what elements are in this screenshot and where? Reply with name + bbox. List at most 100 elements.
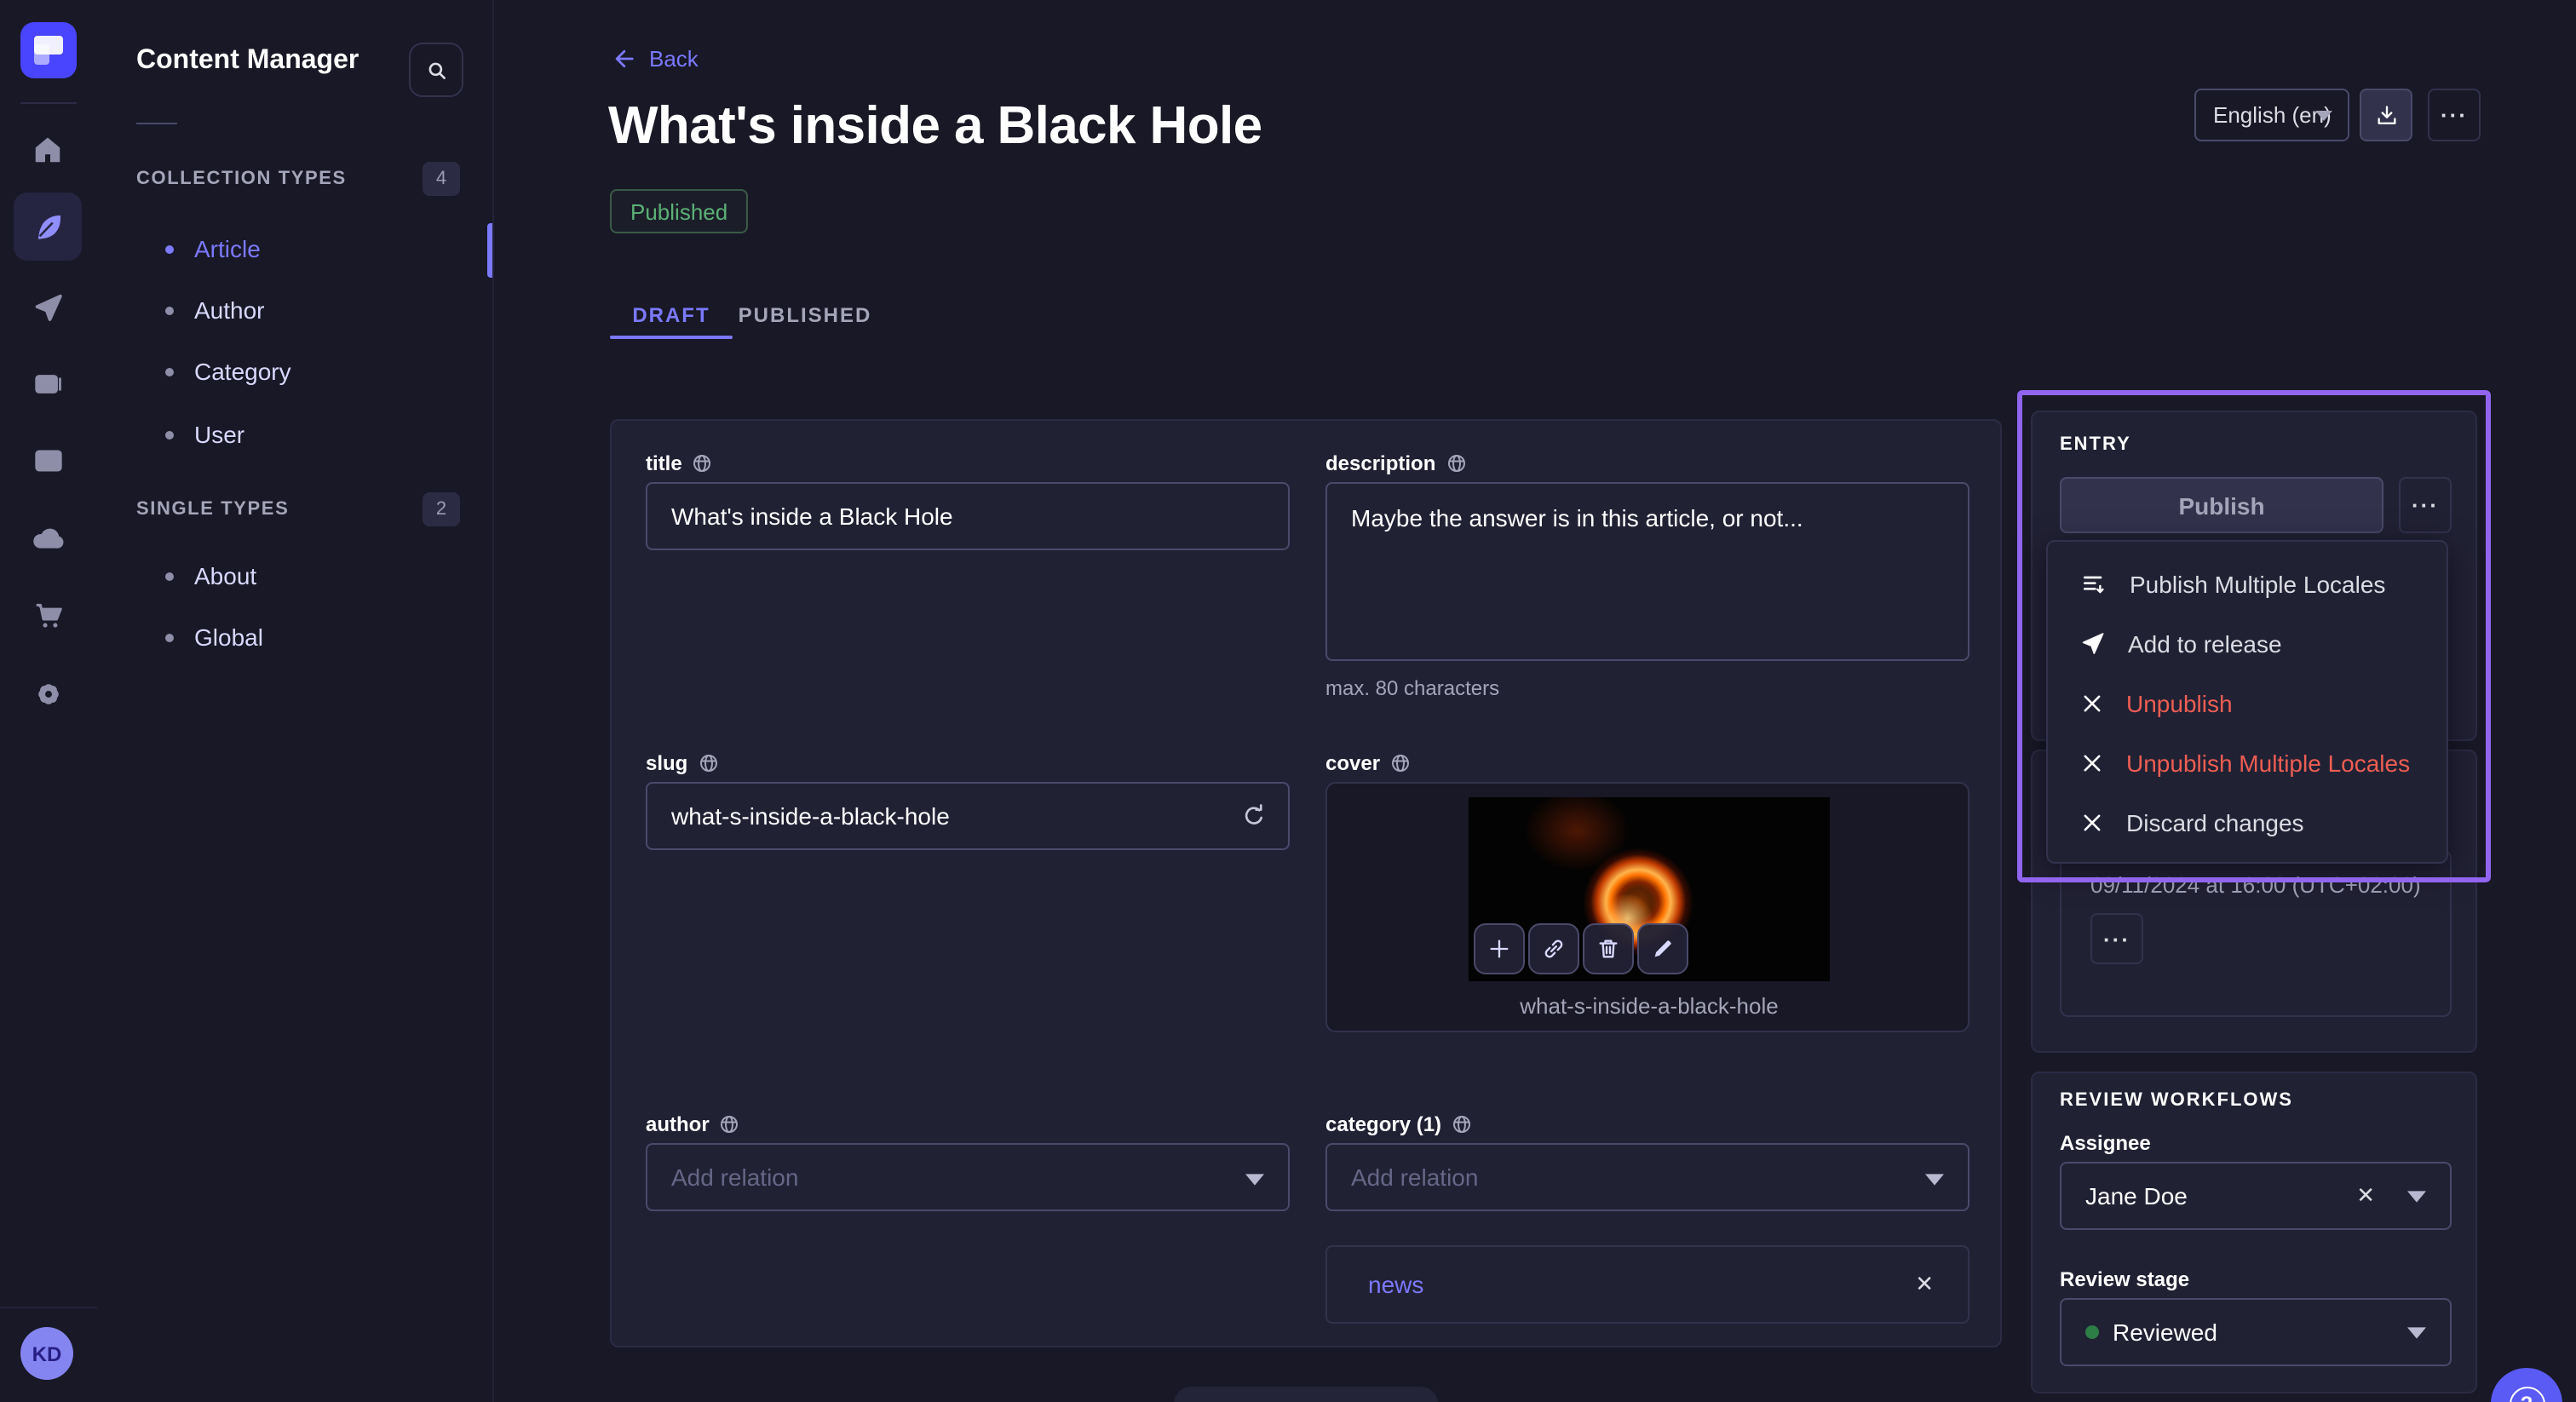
bullet-icon: [165, 244, 174, 253]
delete-media-button[interactable]: [1583, 923, 1634, 974]
menu-item-publish-multiple-locales[interactable]: Publish Multiple Locales: [2048, 554, 2447, 613]
back-link[interactable]: Back: [610, 46, 699, 72]
sidebar-item-global[interactable]: Global: [97, 606, 492, 668]
review-stage-label: Review stage: [2060, 1267, 2189, 1291]
releases-plane-icon[interactable]: [14, 273, 82, 341]
search-button[interactable]: [409, 43, 463, 97]
remove-relation-icon[interactable]: ✕: [1915, 1271, 1934, 1298]
content-type-builder-icon[interactable]: [14, 426, 82, 494]
sidebar-item-author[interactable]: Author: [97, 279, 492, 341]
relation-link[interactable]: news: [1368, 1271, 1423, 1298]
author-relation-select[interactable]: Add relation: [646, 1143, 1290, 1211]
content-manager-feather-icon[interactable]: [14, 192, 82, 261]
chevron-down-icon: [2407, 1326, 2426, 1338]
stage-value: Reviewed: [2113, 1319, 2217, 1346]
icon-sidebar: KD: [0, 0, 99, 1402]
sidebar-item-user[interactable]: User: [97, 404, 492, 465]
entry-more-button[interactable]: ···: [2399, 477, 2452, 533]
regenerate-icon[interactable]: [1240, 802, 1268, 830]
section-single-types: SINGLE TYPES: [136, 499, 289, 520]
section-collection-types: COLLECTION TYPES: [136, 169, 347, 189]
add-media-button[interactable]: [1474, 923, 1525, 974]
publish-options-menu: Publish Multiple Locales Add to release …: [2046, 540, 2448, 864]
category-relation-item[interactable]: news ✕: [1325, 1245, 1969, 1324]
menu-item-discard-changes[interactable]: Discard changes: [2048, 792, 2447, 852]
divider: [136, 123, 177, 124]
assignee-select[interactable]: Jane Doe ✕: [2060, 1162, 2452, 1230]
title-field-label: title: [646, 451, 713, 475]
globe-icon: [1390, 753, 1411, 773]
status-badge: Published: [610, 189, 748, 233]
review-stage-select[interactable]: Reviewed: [2060, 1298, 2452, 1366]
cover-toolbar: [1474, 923, 1688, 974]
menu-item-add-to-release[interactable]: Add to release: [2048, 613, 2447, 673]
slug-input[interactable]: what-s-inside-a-black-hole: [646, 782, 1290, 850]
nav-item-label: Global: [194, 623, 263, 651]
author-field-label: author: [646, 1112, 740, 1136]
category-placeholder: Add relation: [1351, 1164, 1478, 1191]
slug-field-label: slug: [646, 751, 718, 775]
back-label: Back: [649, 46, 699, 72]
clear-assignee-icon[interactable]: ✕: [2356, 1182, 2375, 1210]
chevron-down-icon: [2407, 1190, 2426, 1202]
publish-button[interactable]: Publish: [2060, 477, 2383, 533]
menu-item-unpublish[interactable]: Unpublish: [2048, 673, 2447, 733]
chevron-down-icon: [1245, 1174, 1264, 1186]
review-workflows-panel: REVIEW WORKFLOWS Assignee Jane Doe ✕ Rev…: [2031, 1072, 2477, 1393]
copy-link-button[interactable]: [1528, 923, 1579, 974]
settings-gear-icon[interactable]: [14, 659, 82, 727]
content-manager-nav: Content Manager COLLECTION TYPES 4 Artic…: [97, 0, 494, 1402]
page-title: What's inside a Black Hole: [608, 95, 1262, 157]
sidebar-item-category[interactable]: Category: [97, 341, 492, 402]
divider: [20, 102, 77, 104]
globe-icon: [1446, 453, 1466, 474]
title-input[interactable]: What's inside a Black Hole: [646, 482, 1290, 550]
tab-published[interactable]: PUBLISHED: [733, 293, 877, 337]
paper-plane-icon: [2080, 630, 2106, 656]
bullet-icon: [165, 306, 174, 314]
header-more-button[interactable]: ···: [2428, 89, 2481, 141]
strapi-logo-icon[interactable]: [20, 22, 77, 78]
review-section-label: REVIEW WORKFLOWS: [2060, 1090, 2293, 1111]
sidebar-item-article[interactable]: Article: [97, 218, 492, 279]
category-relation-select[interactable]: Add relation: [1325, 1143, 1969, 1211]
home-icon[interactable]: [14, 116, 82, 184]
release-date: 09/11/2024 at 16:00 (UTC+02:00): [2090, 872, 2421, 898]
category-field-label: category (1): [1325, 1112, 1472, 1136]
back-arrow-icon: [610, 46, 635, 72]
menu-item-unpublish-multiple-locales[interactable]: Unpublish Multiple Locales: [2048, 733, 2447, 792]
menu-item-label: Publish Multiple Locales: [2130, 570, 2385, 597]
strapi-app: KD Content Manager COLLECTION TYPES 4 Ar…: [0, 0, 2576, 1402]
chevron-down-icon: [1925, 1174, 1944, 1186]
sidebar-item-about[interactable]: About: [97, 545, 492, 606]
x-icon: [2080, 810, 2104, 834]
entry-form-panel: title What's inside a Black Hole descrip…: [610, 419, 2002, 1347]
slug-value: what-s-inside-a-black-hole: [671, 802, 950, 830]
description-value: Maybe the answer is in this article, or …: [1351, 504, 1803, 531]
menu-item-label: Unpublish: [2126, 689, 2233, 716]
link-icon: [1542, 937, 1566, 961]
active-item-indicator: [487, 223, 492, 278]
help-button[interactable]: ?: [2491, 1368, 2562, 1402]
release-card: 09/11/2024 at 16:00 (UTC+02:00) ···: [2060, 850, 2452, 1017]
menu-item-label: Add to release: [2128, 629, 2282, 657]
cover-media-card: what-s-inside-a-black-hole: [1325, 782, 1969, 1032]
description-hint: max. 80 characters: [1325, 676, 1499, 700]
x-icon: [2080, 750, 2104, 774]
locale-select[interactable]: English (en): [2194, 89, 2349, 141]
user-avatar[interactable]: KD: [20, 1327, 73, 1380]
edit-media-button[interactable]: [1637, 923, 1688, 974]
marketplace-cart-icon[interactable]: [14, 581, 82, 649]
export-download-button[interactable]: [2360, 89, 2412, 141]
author-placeholder: Add relation: [671, 1164, 798, 1191]
menu-item-label: Unpublish Multiple Locales: [2126, 749, 2410, 776]
media-library-icon[interactable]: [14, 349, 82, 417]
nav-item-label: User: [194, 421, 244, 448]
tab-draft[interactable]: DRAFT: [610, 293, 733, 337]
active-tab-indicator: [610, 336, 733, 339]
release-more-button[interactable]: ···: [2090, 913, 2143, 964]
cloud-icon[interactable]: [14, 504, 82, 572]
bottom-peek-element: [1174, 1387, 1438, 1402]
description-textarea[interactable]: Maybe the answer is in this article, or …: [1325, 482, 1969, 661]
divider: [0, 1307, 97, 1308]
